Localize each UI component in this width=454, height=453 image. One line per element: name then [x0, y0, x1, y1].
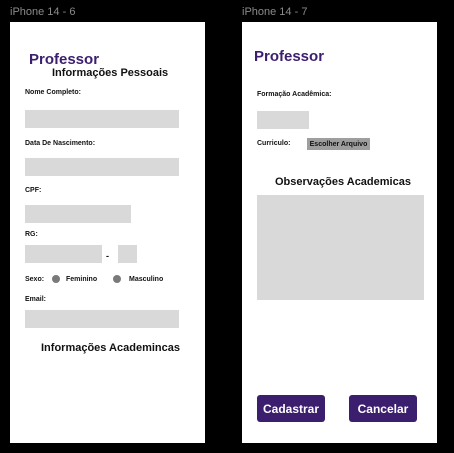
sex-male-radio[interactable]: [113, 275, 121, 283]
rg-label: RG:: [25, 231, 38, 238]
sex-female-radio[interactable]: [52, 275, 60, 283]
curriculum-label: Curriculo:: [257, 140, 291, 147]
section-heading-academic: Informações Academincas: [41, 342, 180, 354]
page-title: Professor: [29, 51, 100, 68]
cpf-label: CPF:: [25, 187, 42, 194]
register-button[interactable]: Cadastrar: [257, 395, 325, 422]
education-input[interactable]: [257, 111, 309, 129]
rg-number-input[interactable]: [25, 245, 102, 263]
birth-date-label: Data De Nascimento:: [25, 140, 96, 147]
choose-file-button[interactable]: Escolher Arquivo: [307, 138, 370, 150]
full-name-input[interactable]: [25, 110, 179, 128]
phone-frame-academic: Professor Formação Acadêmica: Curriculo:…: [242, 22, 437, 443]
frame-label-left: iPhone 14 - 6: [10, 6, 76, 18]
notes-heading: Observações Academicas: [275, 176, 411, 188]
rg-separator: -: [106, 251, 109, 261]
section-heading-personal: Informações Pessoais: [52, 67, 169, 79]
cancel-button[interactable]: Cancelar: [349, 395, 417, 422]
notes-textarea[interactable]: [257, 195, 424, 300]
sex-male-label: Masculino: [129, 276, 164, 283]
rg-digit-input[interactable]: [118, 245, 137, 263]
cpf-input[interactable]: [25, 205, 131, 223]
birth-date-input[interactable]: [25, 158, 179, 176]
education-label: Formação Acadêmica:: [257, 91, 332, 98]
sex-label: Sexo:: [25, 276, 45, 283]
full-name-label: Nome Completo:: [25, 89, 81, 96]
frame-label-right: iPhone 14 - 7: [242, 6, 308, 18]
page-title: Professor: [254, 48, 325, 65]
phone-frame-personal: Professor Informações Pessoais Nome Comp…: [10, 22, 205, 443]
email-input[interactable]: [25, 310, 179, 328]
email-label: Email:: [25, 296, 47, 303]
sex-female-label: Feminino: [66, 276, 98, 283]
